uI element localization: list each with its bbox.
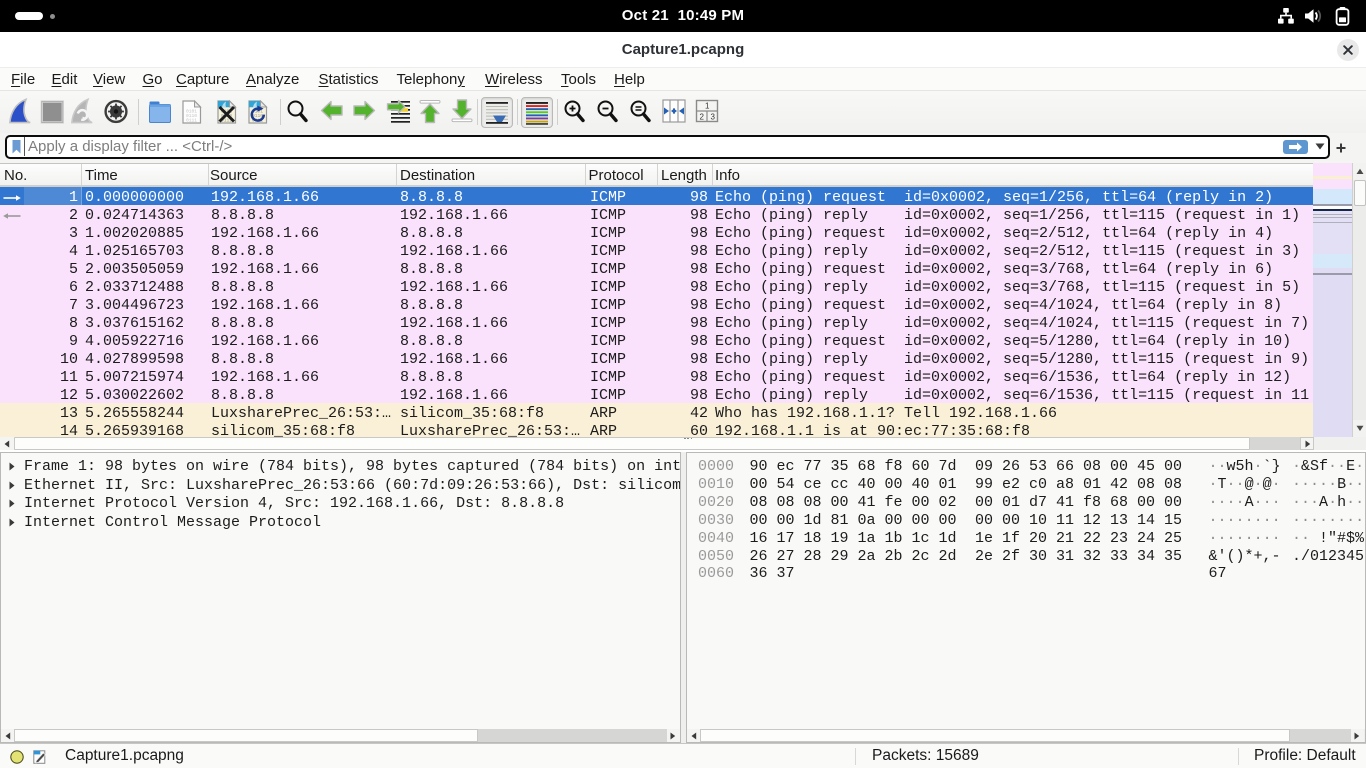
svg-text:2: 2 bbox=[699, 113, 704, 122]
svg-text:3: 3 bbox=[710, 113, 715, 122]
svg-text:0111: 0111 bbox=[186, 117, 197, 123]
svg-text:1: 1 bbox=[705, 102, 710, 111]
